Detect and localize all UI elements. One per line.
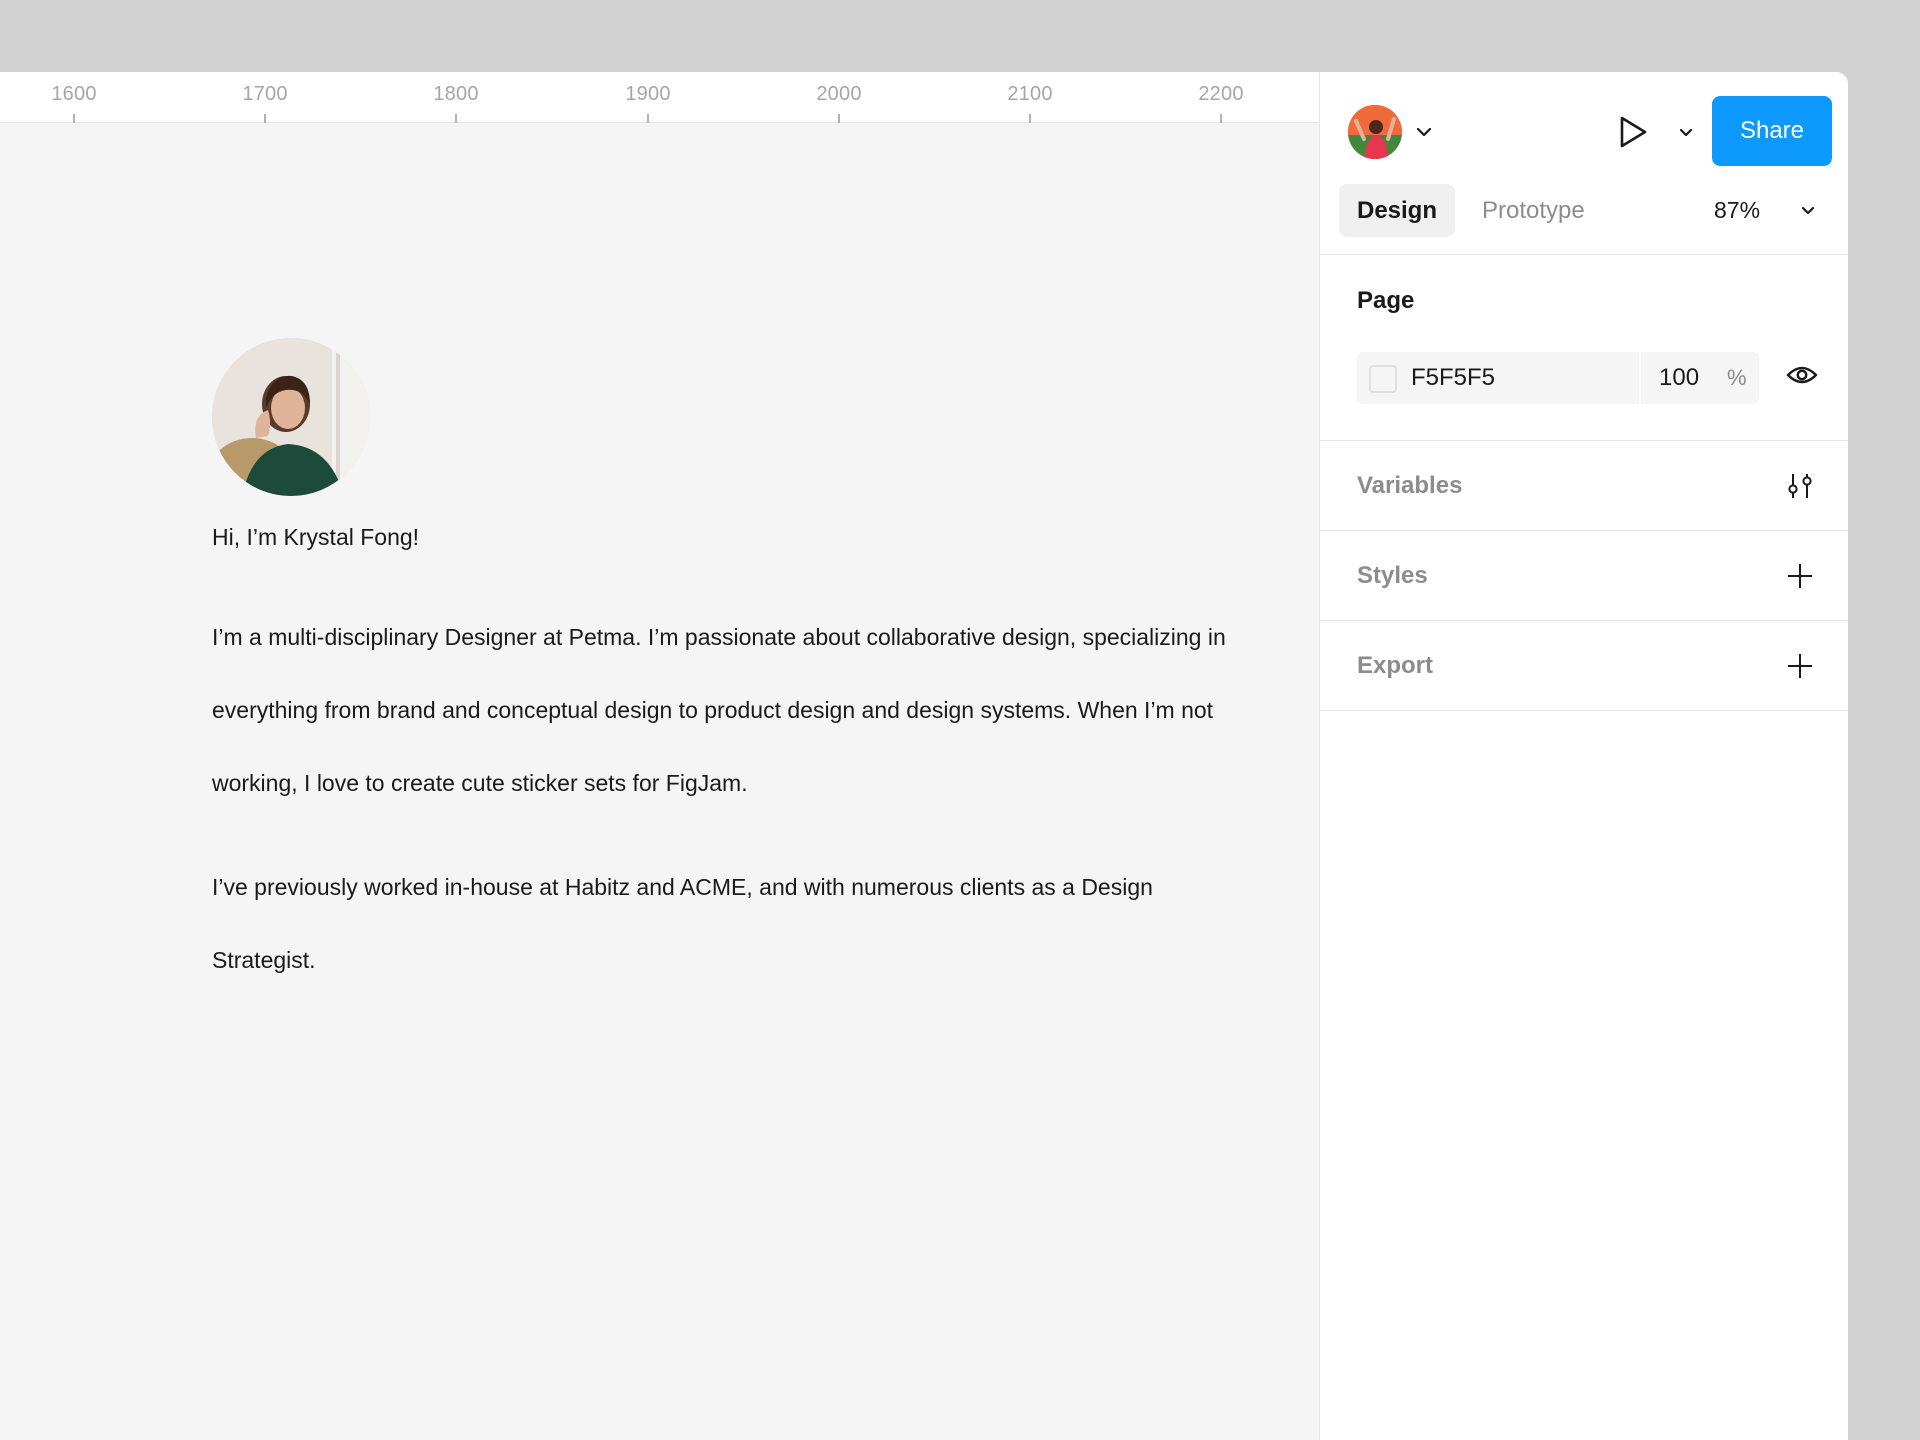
variables-label: Variables [1357, 472, 1463, 499]
ruler-tick: 2100 [970, 72, 1090, 123]
color-swatch[interactable] [1369, 365, 1397, 393]
styles-label: Styles [1357, 562, 1428, 589]
ruler-tick: 1900 [588, 72, 708, 123]
play-icon[interactable] [1613, 112, 1653, 152]
bio-paragraph[interactable]: I’m a multi-disciplinary Designer at Pet… [212, 601, 1252, 820]
variables-section: Variables [1320, 441, 1848, 531]
app-window: 1600 1700 1800 1900 2000 2100 2200 Hi, I… [0, 72, 1848, 1440]
export-section: Export [1320, 621, 1848, 711]
profile-photo[interactable] [212, 338, 370, 496]
design-canvas[interactable]: Hi, I’m Krystal Fong! I’m a multi-discip… [0, 124, 1319, 1440]
ruler-tick: 2000 [779, 72, 899, 123]
ruler-tick: 1600 [14, 72, 134, 123]
page-section-title: Page [1357, 287, 1415, 314]
opacity-unit: % [1727, 365, 1747, 390]
plus-icon[interactable] [1784, 650, 1816, 682]
page-color-field[interactable]: F5F5F5 100 % [1357, 352, 1759, 404]
ruler-tick: 1700 [205, 72, 325, 123]
ruler-tick: 2200 [1161, 72, 1281, 123]
color-hex-input[interactable]: F5F5F5 [1411, 352, 1495, 404]
chevron-down-icon[interactable] [1672, 118, 1700, 146]
share-button[interactable]: Share [1712, 96, 1832, 166]
properties-panel: Share Design Prototype 87% Page F5F5F5 1… [1319, 72, 1848, 1440]
chevron-down-icon[interactable] [1794, 196, 1822, 224]
eye-icon[interactable] [1786, 363, 1818, 392]
horizontal-ruler: 1600 1700 1800 1900 2000 2100 2200 [0, 72, 1319, 123]
opacity-input[interactable]: 100 [1659, 352, 1699, 404]
tab-design[interactable]: Design [1339, 184, 1455, 237]
user-avatar[interactable] [1348, 105, 1402, 159]
tab-prototype[interactable]: Prototype [1482, 184, 1585, 237]
panel-header: Share Design Prototype 87% [1320, 72, 1848, 255]
bio-paragraph[interactable]: I’ve previously worked in-house at Habit… [212, 851, 1252, 997]
greeting-text[interactable]: Hi, I’m Krystal Fong! [212, 524, 419, 551]
ruler-tick: 1800 [396, 72, 516, 123]
page-section: Page F5F5F5 100 % [1320, 255, 1848, 441]
export-label: Export [1357, 652, 1434, 679]
sliders-icon[interactable] [1784, 470, 1816, 502]
styles-section: Styles [1320, 531, 1848, 621]
plus-icon[interactable] [1784, 560, 1816, 592]
chevron-down-icon[interactable] [1410, 118, 1438, 146]
zoom-level[interactable]: 87% [1714, 184, 1760, 237]
